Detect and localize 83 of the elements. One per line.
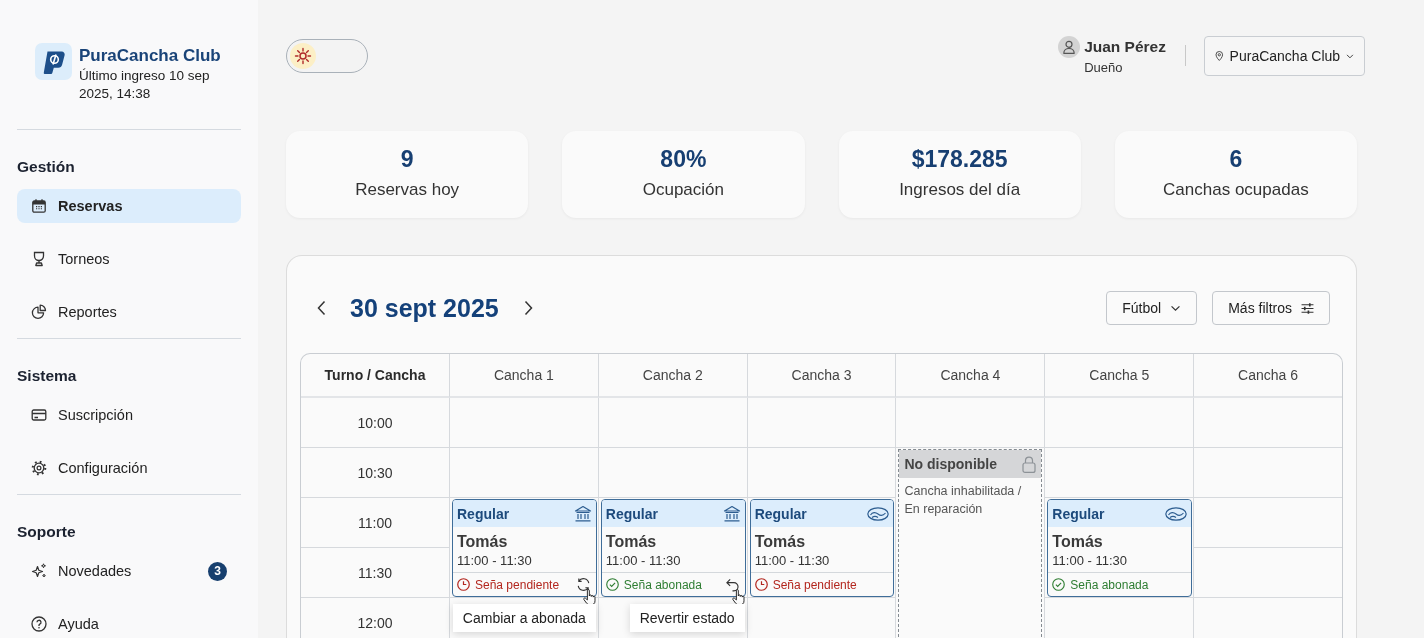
section-title: Soporte (17, 522, 77, 542)
theme-toggle[interactable] (286, 39, 368, 73)
logo-icon (35, 43, 72, 80)
calendar-icon (31, 198, 47, 214)
column-header: Turno / Cancha (301, 354, 449, 398)
brand-name: PuraCancha Club (79, 45, 222, 67)
pie-chart-icon (31, 304, 47, 320)
nav-item[interactable]: Reportes (17, 295, 241, 329)
user-avatar-icon (1058, 36, 1081, 58)
settings-icon (31, 460, 47, 476)
sparkle-icon (31, 563, 47, 579)
section-title: Sistema (17, 366, 78, 386)
status-action-button[interactable] (724, 577, 740, 592)
column-header: Cancha 5 (1044, 354, 1194, 398)
section-title: Gestión (17, 157, 76, 177)
booking-card[interactable]: Regular Tomás 11:00 - 11:30 Seña abonada (1047, 499, 1193, 597)
unavailable-note: Cancha inhabilitada / En reparación (903, 483, 1023, 518)
unavailable-title: No disponible (904, 456, 998, 472)
booking-type: Regular (754, 505, 807, 522)
time-label: 12:00 (301, 598, 449, 638)
client-name: Tomás (605, 532, 658, 552)
club-dropdown[interactable]: PuraCancha Club (1204, 36, 1365, 76)
more-filters-button[interactable]: Más filtros (1212, 291, 1330, 325)
tooltip: Revertir estado (629, 604, 745, 632)
booking-type: Regular (457, 505, 510, 522)
chevron-left-icon (316, 300, 326, 316)
nav-item[interactable]: Configuración (17, 451, 241, 485)
location-pin-icon (1215, 49, 1224, 63)
time-range: 11:00 - 11:30 (605, 552, 682, 569)
time-label: 10:30 (301, 448, 449, 498)
time-label: 11:30 (301, 548, 449, 598)
count-badge: 3 (208, 561, 227, 581)
client-name: Tomás (1052, 532, 1104, 552)
stat-label: Ingresos del día (899, 179, 1021, 201)
time-range: 11:00 - 11:30 (754, 552, 831, 569)
chevron-right-icon (524, 300, 534, 316)
stat-label: Canchas ocupadas (1163, 179, 1309, 201)
column-header: Cancha 6 (1193, 354, 1342, 398)
nav-item[interactable]: Novedades 3 (17, 554, 241, 588)
time-label: 11:00 (301, 498, 449, 548)
nav-item[interactable]: Torneos (17, 242, 241, 276)
column-header: Cancha 3 (746, 354, 896, 398)
booking-type: Regular (605, 505, 658, 522)
last-login-text: Último ingreso 10 sep 2025, 14:38 (79, 67, 211, 103)
user-role: Dueño (1084, 59, 1124, 77)
time-range: 11:00 - 11:30 (457, 552, 533, 569)
nav-item[interactable]: Ayuda (17, 607, 241, 638)
nav-item[interactable]: Reservas (17, 189, 241, 223)
client-name: Tomás (754, 532, 807, 552)
time-label: 10:00 (301, 398, 449, 448)
refresh-icon (575, 577, 591, 592)
trophy-icon (31, 251, 47, 267)
column-header: Cancha 2 (597, 354, 747, 398)
stat-value: 80% (660, 145, 707, 173)
undo-arrow-icon (724, 577, 740, 592)
credit-card-icon (31, 407, 47, 423)
nav-item[interactable]: Suscripción (17, 398, 241, 432)
tooltip: Cambiar a abonada (452, 604, 596, 632)
stat-value: $178.285 (911, 145, 1008, 173)
sport-filter-dropdown[interactable]: Fútbol (1106, 291, 1198, 325)
stat-value: 6 (1229, 145, 1243, 173)
column-header: Cancha 1 (449, 354, 598, 398)
help-icon (31, 616, 47, 632)
user-name: Juan Pérez (1084, 37, 1166, 57)
sliders-icon (1301, 302, 1314, 314)
payment-status: Seña pendiente (475, 577, 560, 592)
stat-label: Reservas hoy (355, 179, 460, 201)
date-title: 30 sept 2025 (350, 293, 499, 323)
column-header: Cancha 4 (895, 354, 1045, 398)
stat-value: 9 (400, 145, 414, 173)
payment-status: Seña abonada (623, 577, 702, 592)
chevron-down-icon (1170, 304, 1182, 312)
chevron-down-icon (1346, 52, 1354, 60)
stat-label: Ocupación (642, 179, 724, 201)
status-action-button[interactable] (575, 577, 591, 592)
booking-type: Regular (1052, 505, 1105, 522)
sun-icon (290, 43, 316, 69)
lock-icon (1022, 455, 1037, 473)
client-name: Tomás (457, 532, 509, 552)
payment-status: Seña pendiente (772, 577, 857, 592)
booking-card[interactable]: Regular Tomás 11:00 - 11:30 Seña pendiente (749, 499, 895, 597)
time-range: 11:00 - 11:30 (1052, 552, 1128, 569)
payment-status: Seña abonada (1070, 577, 1149, 592)
